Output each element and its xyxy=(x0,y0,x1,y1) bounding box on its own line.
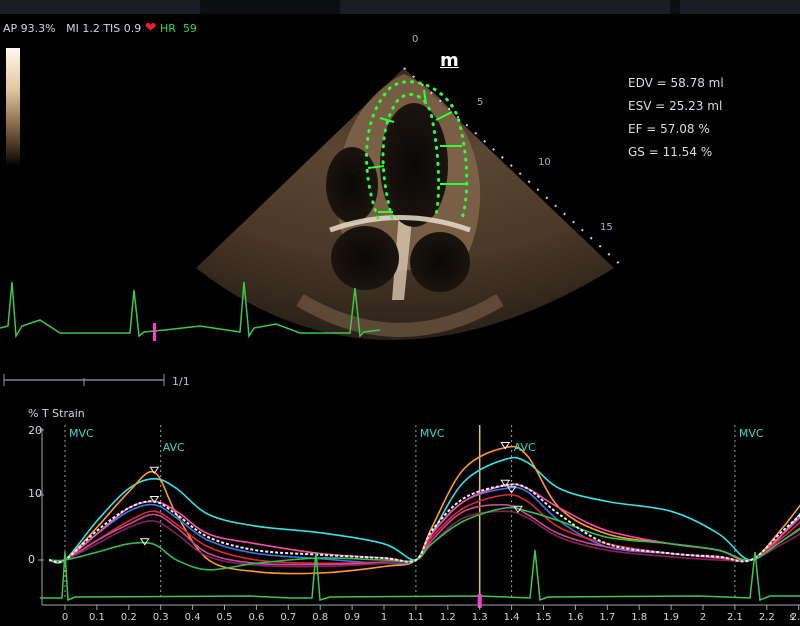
x-tick-label: 0.3 xyxy=(152,612,169,623)
x-tick-label: 2.2 xyxy=(758,612,775,623)
x-tick-label: 1.7 xyxy=(599,612,616,623)
x-tick-label: 0.9 xyxy=(344,612,361,623)
x-tick-label: 1.6 xyxy=(567,612,584,623)
event-label-mvc: MVC xyxy=(69,427,94,440)
x-tick-label: 0.6 xyxy=(248,612,265,623)
x-unit-label: s xyxy=(789,612,795,623)
x-tick-label: 1.1 xyxy=(407,612,424,623)
x-tick-label: 1.3 xyxy=(471,612,488,623)
event-label-mvc: MVC xyxy=(419,427,445,440)
x-tick-label: 0.1 xyxy=(88,612,105,623)
event-label-mvc: MVC xyxy=(738,427,764,440)
x-tick-label: 0.2 xyxy=(120,612,137,623)
x-tick-label: 0.4 xyxy=(184,612,201,623)
x-tick-label: 1 xyxy=(380,612,388,623)
x-tick-label: 0.7 xyxy=(280,612,297,623)
x-tick-label: 2 xyxy=(699,612,707,623)
peak-marker xyxy=(139,538,150,546)
x-tick-label: 0.8 xyxy=(312,612,329,623)
x-tick-label: 0.5 xyxy=(216,612,233,623)
x-tick-label: 1.5 xyxy=(535,612,552,623)
x-tick-label: 1.9 xyxy=(663,612,680,623)
strain-curve-segment-7 xyxy=(48,510,800,568)
x-tick-label: 1.4 xyxy=(503,612,520,623)
x-tick-label: 2.1 xyxy=(726,612,743,623)
event-label-avc: AVC xyxy=(162,441,185,454)
event-label-avc: AVC xyxy=(513,441,536,454)
x-tick-label: 1.2 xyxy=(439,612,456,623)
ultrasound-screen: { "header": { "ap": "AP 93.3%", "mi_tis"… xyxy=(0,0,800,626)
x-tick-label: 0 xyxy=(61,612,69,623)
strain-chart[interactable] xyxy=(0,0,800,626)
x-tick-label: 1.8 xyxy=(631,612,648,623)
